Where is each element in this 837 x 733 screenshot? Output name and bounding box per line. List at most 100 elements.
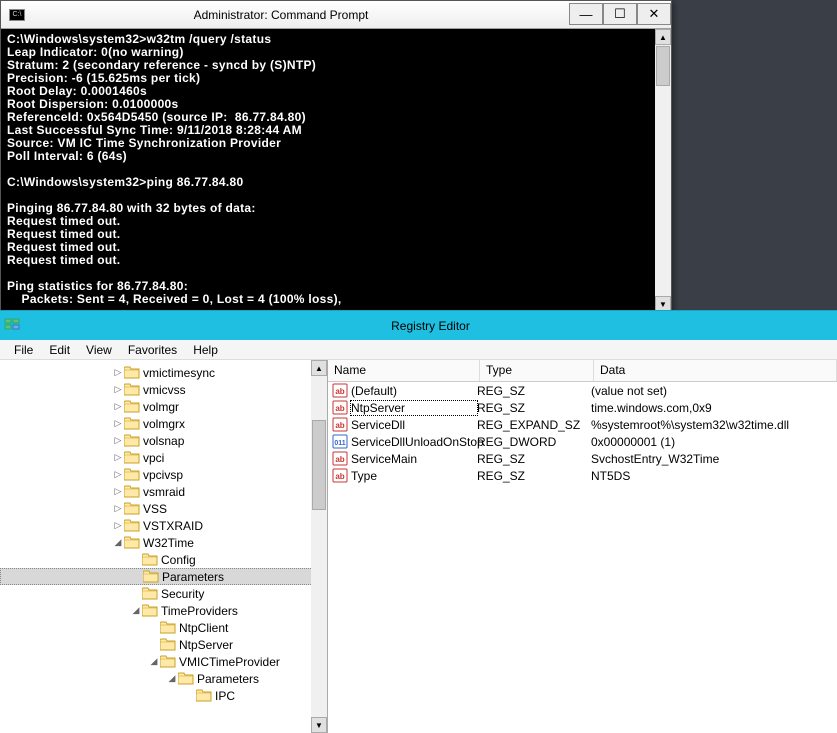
regedit-window: Registry Editor FileEditViewFavoritesHel… — [0, 310, 837, 733]
tree-item-volmgrx[interactable]: ▷ volmgrx — [0, 415, 327, 432]
expander-icon[interactable]: ◢ — [112, 537, 124, 548]
menu-favorites[interactable]: Favorites — [120, 341, 185, 359]
expander-icon[interactable]: ▷ — [112, 401, 124, 412]
tree-label: TimeProviders — [161, 604, 238, 618]
tree-item-vpcivsp[interactable]: ▷vpcivsp — [0, 466, 327, 483]
tree-item-volmgr[interactable]: ▷volmgr — [0, 398, 327, 415]
tree-label: VSS — [143, 502, 167, 516]
value-name: Type — [351, 469, 477, 483]
folder-icon — [160, 655, 176, 668]
scroll-thumb[interactable] — [312, 420, 326, 510]
tree-item-security[interactable]: Security — [0, 585, 327, 602]
tree-item-w32time[interactable]: ◢W32Time — [0, 534, 327, 551]
tree-item-vmicvss[interactable]: ▷ vmicvss — [0, 381, 327, 398]
regedit-columns[interactable]: Name Type Data — [328, 360, 837, 382]
cmd-app-icon: C:\ — [9, 9, 25, 21]
tree-item-ntpserver[interactable]: NtpServer — [0, 636, 327, 653]
regedit-tree[interactable]: ▷vmictimesync▷vmicvss▷volmgr▷volmgrx▷vol… — [0, 360, 328, 733]
tree-item-vmictimesync[interactable]: ▷vmictimesync — [0, 364, 327, 381]
folder-icon — [124, 400, 140, 413]
expander-icon[interactable]: ◢ — [148, 656, 160, 667]
expander-icon[interactable]: ◢ — [130, 605, 142, 616]
maximize-button[interactable]: ☐ — [603, 3, 637, 25]
column-name[interactable]: Name — [328, 360, 480, 381]
scroll-up-icon[interactable]: ▲ — [311, 360, 327, 376]
cmd-titlebar[interactable]: C:\ Administrator: Command Prompt — ☐ ✕ — [1, 1, 671, 29]
expander-icon[interactable]: ◢ — [166, 673, 178, 684]
value-row-type[interactable]: abTypeREG_SZNT5DS — [328, 467, 837, 484]
tree-label: Config — [161, 553, 196, 567]
tree-label: NtpServer — [179, 638, 233, 652]
expander-icon[interactable]: ▷ — [112, 486, 124, 497]
expander-icon[interactable]: ▷ — [112, 435, 124, 446]
tree-label: volmgrx — [143, 417, 185, 431]
tree-item-parameters[interactable]: ◢Parameters — [0, 670, 327, 687]
string-value-icon: ab — [332, 451, 348, 466]
svg-text:ab: ab — [335, 387, 344, 396]
expander-icon[interactable]: ▷ — [112, 367, 124, 378]
value-type: REG_DWORD — [477, 435, 591, 449]
folder-icon — [124, 519, 140, 532]
value-data: 0x00000001 (1) — [591, 435, 837, 449]
folder-icon — [124, 451, 140, 464]
tree-scrollbar[interactable]: ▲ ▼ — [311, 360, 327, 733]
cmd-title: Administrator: Command Prompt — [33, 8, 569, 22]
tree-item-vpci[interactable]: ▷vpci — [0, 449, 327, 466]
value-data: SvchostEntry_W32Time — [591, 452, 837, 466]
expander-icon[interactable]: ▷ — [112, 520, 124, 531]
tree-item-timeproviders[interactable]: ◢ TimeProviders — [0, 602, 327, 619]
tree-item-vsmraid[interactable]: ▷ vsmraid — [0, 483, 327, 500]
value-type: REG_SZ — [477, 384, 591, 398]
folder-icon — [124, 502, 140, 515]
tree-item-volsnap[interactable]: ▷volsnap — [0, 432, 327, 449]
regedit-titlebar[interactable]: Registry Editor — [0, 311, 837, 340]
folder-icon — [124, 536, 140, 549]
tree-item-vstxraid[interactable]: ▷VSTXRAID — [0, 517, 327, 534]
value-type: REG_EXPAND_SZ — [477, 418, 591, 432]
close-button[interactable]: ✕ — [637, 3, 671, 25]
value-type: REG_SZ — [477, 452, 591, 466]
tree-item-parameters[interactable]: Parameters — [0, 568, 327, 585]
cmd-scrollbar[interactable]: ▲ ▼ — [655, 29, 671, 312]
minimize-button[interactable]: — — [569, 3, 603, 25]
regedit-value-list[interactable]: Name Type Data ab(Default)REG_SZ(value n… — [328, 360, 837, 733]
column-data[interactable]: Data — [594, 360, 837, 381]
tree-label: vsmraid — [143, 485, 185, 499]
scroll-up-icon[interactable]: ▲ — [655, 29, 671, 45]
tree-item-vmictimeprovider[interactable]: ◢ VMICTimeProvider — [0, 653, 327, 670]
column-type[interactable]: Type — [480, 360, 594, 381]
expander-icon[interactable]: ▷ — [112, 384, 124, 395]
tree-item-ntpclient[interactable]: NtpClient — [0, 619, 327, 636]
expander-icon[interactable]: ▷ — [112, 418, 124, 429]
scroll-down-icon[interactable]: ▼ — [311, 717, 327, 733]
menu-file[interactable]: File — [6, 341, 41, 359]
tree-item-ipc[interactable]: IPC — [0, 687, 327, 704]
tree-label: VMICTimeProvider — [179, 655, 280, 669]
menu-help[interactable]: Help — [185, 341, 226, 359]
regedit-menubar: FileEditViewFavoritesHelp — [0, 340, 837, 360]
folder-icon — [142, 587, 158, 600]
tree-label: Security — [161, 587, 204, 601]
folder-icon — [124, 434, 140, 447]
tree-item-vss[interactable]: ▷ VSS — [0, 500, 327, 517]
menu-view[interactable]: View — [78, 341, 120, 359]
cmd-window: C:\ Administrator: Command Prompt — ☐ ✕ … — [0, 0, 672, 313]
menu-edit[interactable]: Edit — [41, 341, 78, 359]
value-row-servicedllunloadonstop[interactable]: 011ServiceDllUnloadOnStopREG_DWORD0x0000… — [328, 433, 837, 450]
folder-icon — [142, 553, 158, 566]
scroll-thumb[interactable] — [656, 46, 670, 86]
tree-item-config[interactable]: Config — [0, 551, 327, 568]
cmd-output-area[interactable]: C:\Windows\system32>w32tm /query /status… — [1, 29, 671, 312]
expander-icon[interactable]: ▷ — [112, 452, 124, 463]
value-row-servicemain[interactable]: abServiceMainREG_SZSvchostEntry_W32Time — [328, 450, 837, 467]
expander-icon[interactable]: ▷ — [112, 469, 124, 480]
folder-icon — [124, 383, 140, 396]
value-row--default-[interactable]: ab(Default)REG_SZ(value not set) — [328, 382, 837, 399]
svg-text:ab: ab — [335, 404, 344, 413]
tree-label: vmicvss — [143, 383, 186, 397]
value-name: ServiceDll — [351, 418, 477, 432]
value-row-servicedll[interactable]: abServiceDllREG_EXPAND_SZ%systemroot%\sy… — [328, 416, 837, 433]
value-type: REG_SZ — [477, 469, 591, 483]
expander-icon[interactable]: ▷ — [112, 503, 124, 514]
value-row-ntpserver[interactable]: abNtpServerREG_SZtime.windows.com,0x9 — [328, 399, 837, 416]
